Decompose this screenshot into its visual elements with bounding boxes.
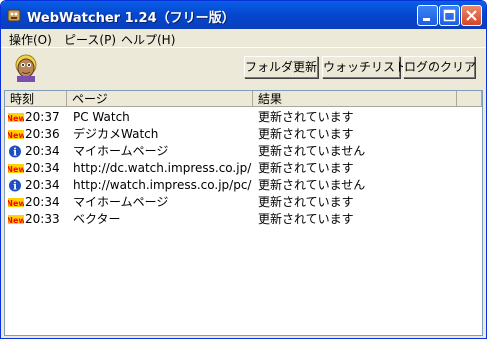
menu-piece[interactable]: ピース(P)	[64, 31, 116, 48]
row-time: 20:36	[25, 127, 60, 141]
new-icon: New	[6, 128, 26, 141]
toolbar: フォルダ更新 ウォッチリスト ログのクリア	[1, 47, 486, 90]
mascot-logo-icon[interactable]	[11, 52, 41, 84]
app-window: WebWatcher 1.24（フリー版） 操作(O) ピース(P) ヘルプ(H…	[0, 0, 487, 339]
svg-text:New: New	[8, 199, 24, 208]
maximize-icon	[443, 9, 456, 22]
row-page: http://watch.impress.co.jp/pc/	[73, 178, 252, 192]
svg-text:New: New	[8, 114, 24, 123]
row-time: 20:34	[25, 195, 60, 209]
row-time: 20:34	[25, 178, 60, 192]
row-result: 更新されていません	[258, 178, 366, 192]
new-icon: New	[6, 196, 26, 209]
log-list[interactable]: 時刻 ページ 結果 New20:37PC Watch更新されていますNew20:…	[4, 90, 483, 336]
close-button[interactable]	[461, 5, 482, 26]
row-page: PC Watch	[73, 110, 130, 124]
row-page: http://dc.watch.impress.co.jp/	[73, 161, 252, 175]
svg-text:New: New	[8, 131, 24, 140]
table-row[interactable]: i 20:34 マイホームページ 更新されていません	[5, 143, 482, 160]
row-result: 更新されていません	[258, 144, 366, 158]
svg-text:New: New	[8, 216, 24, 225]
watch-list-button[interactable]: ウォッチリスト	[322, 56, 407, 78]
app-icon	[7, 9, 21, 22]
clear-log-button[interactable]: ログのクリア	[403, 56, 476, 78]
column-header-time[interactable]: 時刻	[5, 91, 67, 107]
minimize-button[interactable]	[417, 5, 438, 26]
row-time: 20:33	[25, 212, 60, 226]
list-header: 時刻 ページ 結果	[5, 91, 482, 108]
menu-operation[interactable]: 操作(O)	[9, 31, 52, 48]
maximize-button[interactable]	[439, 5, 460, 26]
row-time: 20:37	[25, 110, 60, 124]
row-page: マイホームページ	[73, 144, 169, 158]
row-result: 更新されています	[258, 127, 354, 141]
title-bar[interactable]: WebWatcher 1.24（フリー版）	[1, 1, 486, 29]
menu-bar: 操作(O) ピース(P) ヘルプ(H)	[1, 29, 486, 47]
column-header-result[interactable]: 結果	[253, 91, 457, 107]
close-icon	[466, 10, 477, 21]
row-time: 20:34	[25, 161, 60, 175]
new-icon: New	[6, 111, 26, 124]
table-row[interactable]: New20:34 http://dc.watch.impress.co.jp/更新…	[5, 160, 482, 177]
info-icon: i	[8, 145, 24, 159]
row-result: 更新されています	[258, 110, 354, 124]
row-result: 更新されています	[258, 195, 354, 209]
svg-text:i: i	[13, 148, 17, 159]
table-row[interactable]: New20:36 デジカメWatch 更新されています	[5, 126, 482, 143]
svg-text:New: New	[8, 165, 24, 174]
row-page: マイホームページ	[73, 195, 169, 209]
column-header-page[interactable]: ページ	[67, 91, 253, 107]
row-result: 更新されています	[258, 212, 354, 226]
svg-text:i: i	[13, 182, 17, 193]
row-page: デジカメWatch	[73, 127, 159, 141]
row-result: 更新されています	[258, 161, 354, 175]
column-header-filler	[457, 91, 482, 107]
minimize-icon	[423, 18, 430, 21]
new-icon: New	[6, 213, 26, 226]
table-row[interactable]: New20:33 ベクター 更新されています	[5, 211, 482, 228]
menu-help[interactable]: ヘルプ(H)	[121, 31, 175, 48]
info-icon: i	[8, 179, 24, 193]
table-row[interactable]: i 20:34 http://watch.impress.co.jp/pc/更新され…	[5, 177, 482, 194]
window-title: WebWatcher 1.24（フリー版）	[27, 11, 235, 26]
table-row[interactable]: New20:34 マイホームページ 更新されています	[5, 194, 482, 211]
row-time: 20:34	[25, 144, 60, 158]
row-page: ベクター	[73, 212, 121, 226]
table-row[interactable]: New20:37 PC Watch 更新されています	[5, 109, 482, 126]
folder-update-button[interactable]: フォルダ更新	[244, 56, 318, 78]
new-icon: New	[6, 162, 26, 175]
